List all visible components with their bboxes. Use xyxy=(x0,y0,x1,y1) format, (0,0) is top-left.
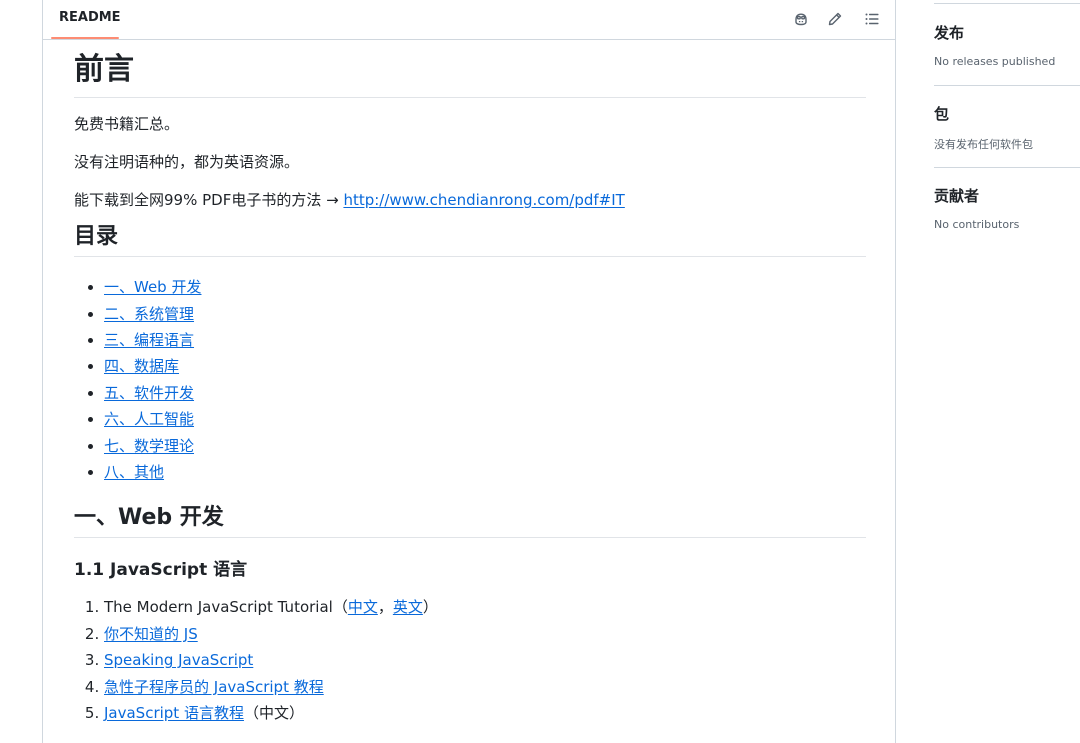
toc-link-database[interactable]: 四、数据库 xyxy=(104,357,179,375)
javascript-book-list: The Modern JavaScript Tutorial（中文，英文） 你不… xyxy=(74,594,866,727)
separator-text: ， xyxy=(377,598,393,617)
releases-title[interactable]: 发布 xyxy=(934,22,964,43)
readme-tab[interactable]: README xyxy=(51,0,129,40)
sidebar-divider xyxy=(934,167,1080,168)
readme-panel: README 前言 免费书籍汇总。 没有注明语种的，都为英语资源。 能下载到全网… xyxy=(42,0,896,743)
contributors-title[interactable]: 贡献者 xyxy=(934,185,979,206)
copilot-icon[interactable] xyxy=(788,6,814,32)
list-unordered-icon[interactable] xyxy=(859,6,885,32)
repo-sidebar: 发布 No releases published 包 没有发布任何软件包 贡献者… xyxy=(896,0,1080,743)
toc-list: 一、Web 开发 二、系统管理 三、编程语言 四、数据库 五、软件开发 六、人工… xyxy=(74,274,866,485)
readme-tab-underline xyxy=(51,37,119,39)
closing-paren-text: ） xyxy=(422,598,438,617)
toc-item: 八、其他 xyxy=(104,459,866,485)
toc-link-ai[interactable]: 六、人工智能 xyxy=(104,410,194,428)
subsection-heading-javascript: 1.1 JavaScript 语言 xyxy=(74,559,248,580)
book-link[interactable]: Speaking JavaScript xyxy=(104,651,253,669)
sidebar-divider xyxy=(934,3,1080,4)
intro-paragraph-2: 没有注明语种的，都为英语资源。 xyxy=(74,153,300,171)
contributors-text: No contributors xyxy=(934,218,1020,231)
book-link[interactable]: JavaScript 语言教程 xyxy=(104,704,244,722)
book-link-chinese[interactable]: 中文 xyxy=(348,598,378,616)
toc-item: 一、Web 开发 xyxy=(104,274,866,300)
toc-link-math[interactable]: 七、数学理论 xyxy=(104,437,194,455)
toc-link-languages[interactable]: 三、编程语言 xyxy=(104,331,194,349)
pdf-method-link[interactable]: http://www.chendianrong.com/pdf#IT xyxy=(343,191,624,209)
toc-item: 三、编程语言 xyxy=(104,327,866,353)
toc-item: 六、人工智能 xyxy=(104,406,866,432)
list-item: Speaking JavaScript xyxy=(104,647,866,674)
toc-link-software[interactable]: 五、软件开发 xyxy=(104,384,194,402)
toc-item: 二、系统管理 xyxy=(104,301,866,327)
book-link[interactable]: 急性子程序员的 JavaScript 教程 xyxy=(104,678,324,696)
releases-text: No releases published xyxy=(934,55,1056,68)
list-item: JavaScript 语言教程（中文） xyxy=(104,700,866,727)
packages-text: 没有发布任何软件包 xyxy=(934,138,1033,151)
sidebar-divider xyxy=(934,85,1080,86)
toc-item: 七、数学理论 xyxy=(104,433,866,459)
toc-link-web[interactable]: 一、Web 开发 xyxy=(104,278,201,296)
pdf-method-text: 能下载到全网99% PDF电子书的方法 → xyxy=(74,191,344,209)
toc-item: 五、软件开发 xyxy=(104,380,866,406)
toc-item: 四、数据库 xyxy=(104,353,866,379)
section-heading-web: 一、Web 开发 xyxy=(74,485,866,538)
book-link-english[interactable]: 英文 xyxy=(393,598,423,616)
toc-link-sysadmin[interactable]: 二、系统管理 xyxy=(104,305,194,323)
language-note-text: （中文） xyxy=(243,704,304,723)
book-title-text: The Modern JavaScript Tutorial（ xyxy=(104,598,348,617)
book-link[interactable]: 你不知道的 JS xyxy=(104,625,198,643)
list-item: 你不知道的 JS xyxy=(104,621,866,648)
intro-paragraph-3: 能下载到全网99% PDF电子书的方法 → http://www.chendia… xyxy=(74,189,866,211)
intro-paragraph-1: 免费书籍汇总。 xyxy=(74,115,180,133)
readme-body: 前言 免费书籍汇总。 没有注明语种的，都为英语资源。 能下载到全网99% PDF… xyxy=(74,40,866,727)
pencil-icon[interactable] xyxy=(822,6,848,32)
page-title: 前言 xyxy=(74,40,866,98)
readme-header: README xyxy=(43,0,895,40)
list-item: The Modern JavaScript Tutorial（中文，英文） xyxy=(104,594,866,621)
toc-link-other[interactable]: 八、其他 xyxy=(104,463,164,481)
packages-title[interactable]: 包 xyxy=(934,103,949,124)
toc-heading: 目录 xyxy=(74,211,866,258)
list-item: 急性子程序员的 JavaScript 教程 xyxy=(104,674,866,701)
